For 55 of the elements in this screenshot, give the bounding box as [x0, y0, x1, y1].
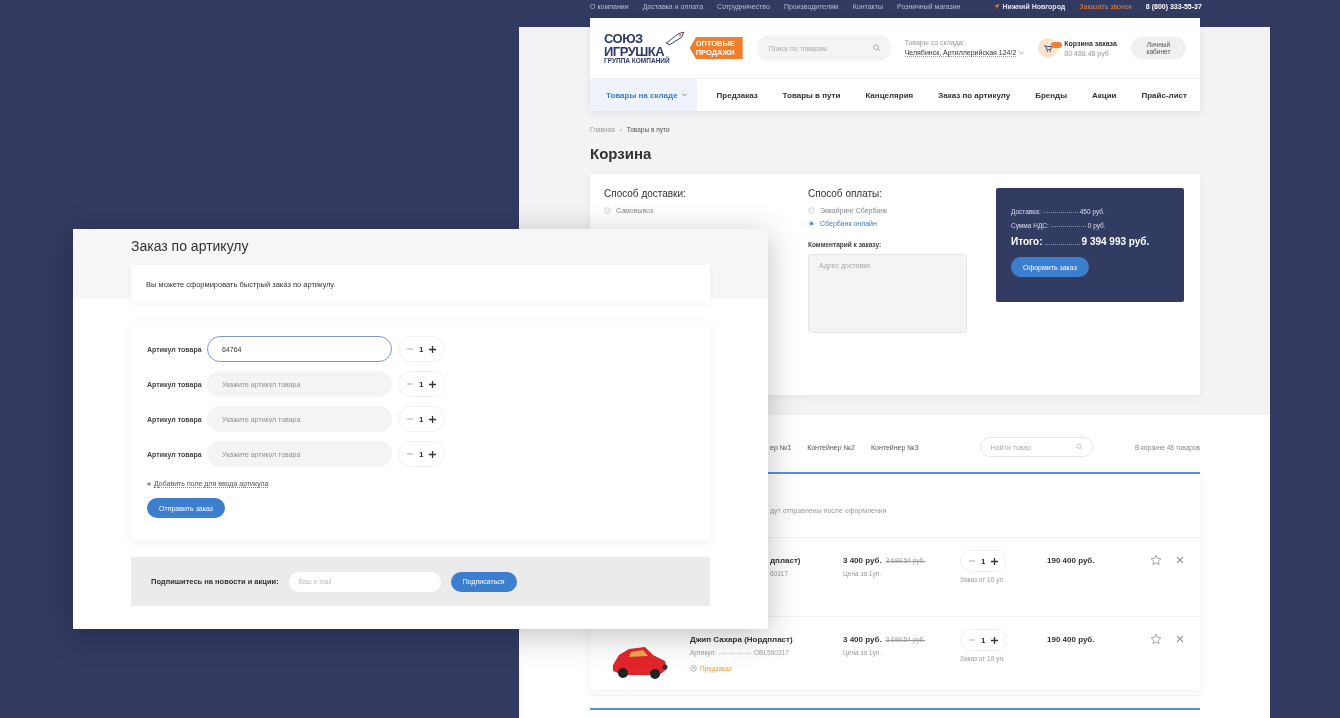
star-icon[interactable]: [1150, 633, 1162, 645]
plus-icon[interactable]: [429, 450, 437, 458]
product-price: 3 400 руб.: [843, 635, 882, 644]
dotted-leader: [1044, 244, 1080, 245]
section-title: Способ оплаты:: [808, 188, 884, 199]
close-icon[interactable]: [1176, 556, 1184, 564]
minus-icon[interactable]: [407, 381, 413, 387]
search-icon: [1075, 443, 1083, 451]
plus-icon[interactable]: [429, 415, 437, 423]
logo-text: СОЮЗ: [604, 31, 644, 45]
cart-button[interactable]: [1038, 38, 1059, 58]
minus-icon[interactable]: [407, 451, 413, 457]
dotted-leader: [1042, 212, 1078, 213]
page-title: Заказ по артикулу: [131, 238, 250, 254]
caret-icon: [1019, 51, 1025, 55]
logo-text: ИГРУШКА: [604, 44, 665, 58]
minus-icon[interactable]: [407, 346, 413, 352]
summary-value: 9 394 993 руб.: [1081, 236, 1150, 247]
radio-button[interactable]: [808, 207, 815, 214]
location-pin-icon: [992, 2, 1000, 10]
section-title: Способ доставки:: [604, 188, 687, 199]
nav-tab[interactable]: Предзаказ: [711, 79, 763, 111]
minus-icon[interactable]: [969, 558, 975, 564]
minus-icon[interactable]: [407, 416, 413, 422]
plus-icon[interactable]: [991, 557, 999, 565]
nav-tab[interactable]: Товары в пути: [777, 79, 846, 111]
minus-icon[interactable]: [969, 637, 975, 643]
dotted-leader: [719, 653, 752, 654]
product-name[interactable]: дпласт): [770, 556, 843, 565]
nav-tab[interactable]: Акции: [1086, 79, 1122, 111]
nav-tab[interactable]: Прайс-лист: [1136, 79, 1192, 111]
caret-icon: [681, 93, 687, 97]
dotted-leader: [1050, 226, 1086, 227]
plus-icon: [147, 482, 151, 486]
search-icon: [872, 44, 881, 52]
nav-tab[interactable]: Бренды: [1030, 79, 1072, 111]
radio-button[interactable]: [808, 220, 815, 227]
cart-badge-icon: [1051, 42, 1063, 48]
nav-tab[interactable]: Канцелярия: [860, 79, 919, 111]
plus-icon[interactable]: [991, 636, 999, 644]
plus-icon[interactable]: [429, 345, 437, 353]
nav-tab[interactable]: Заказ по артикулу: [933, 79, 1016, 111]
product-price: 3 400 руб.: [843, 556, 882, 565]
clock-icon: [690, 665, 697, 672]
cart-icon: [1044, 44, 1053, 52]
plus-icon[interactable]: [429, 380, 437, 388]
line-total: 190 400 руб.: [1047, 556, 1096, 565]
line-total: 190 400 руб.: [1047, 635, 1096, 644]
radio-button[interactable]: [604, 207, 611, 214]
close-icon[interactable]: [1176, 635, 1184, 643]
summary-label: Итого:: [1011, 236, 1043, 247]
page-title: Корзина: [590, 145, 653, 162]
star-icon[interactable]: [1150, 554, 1162, 566]
nav-tab[interactable]: Товары на складе: [590, 79, 697, 111]
product-name[interactable]: Джип Сахара (Нордпласт): [690, 635, 843, 644]
